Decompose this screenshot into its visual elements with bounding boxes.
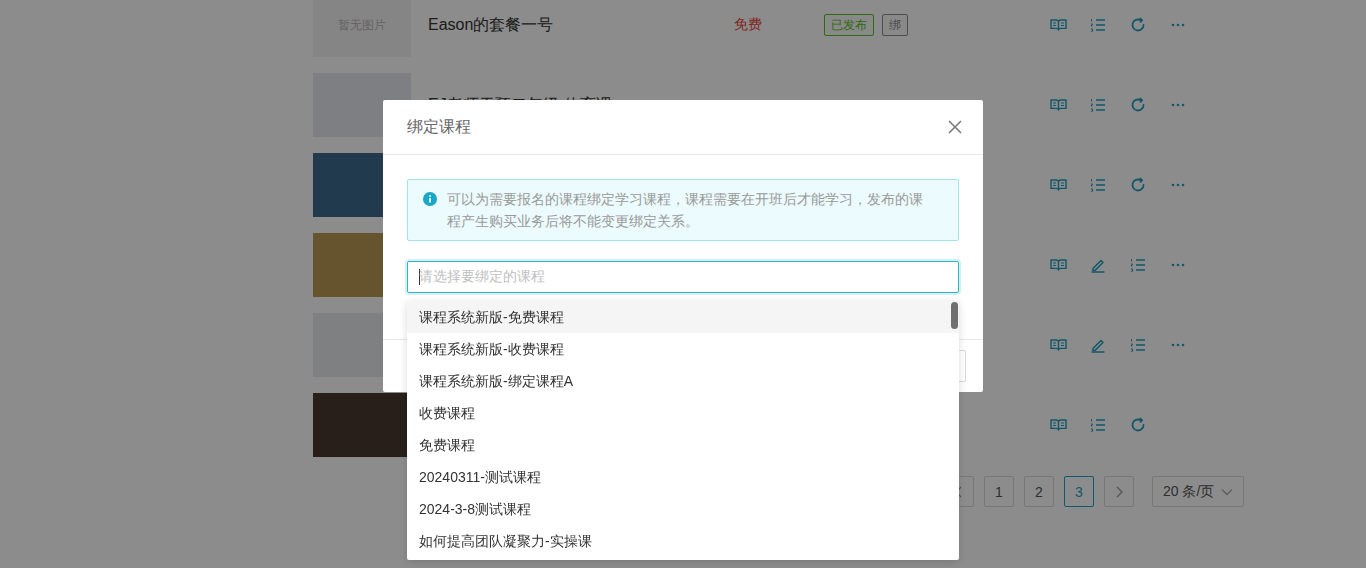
modal-header: 绑定课程: [383, 100, 983, 155]
course-option[interactable]: 课程系统新版-收费课程: [407, 333, 959, 365]
course-select[interactable]: 请选择要绑定的课程: [407, 261, 959, 293]
course-dropdown: 课程系统新版-免费课程课程系统新版-收费课程课程系统新版-绑定课程A收费课程免费…: [407, 301, 959, 560]
close-icon[interactable]: [948, 120, 962, 134]
course-option[interactable]: 免费课程: [407, 429, 959, 461]
info-alert: 可以为需要报名的课程绑定学习课程，课程需要在开班后才能学习，发布的课程产生购买业…: [407, 179, 959, 241]
modal-title: 绑定课程: [407, 117, 471, 138]
course-option[interactable]: 如何提高团队凝聚力-实操课: [407, 525, 959, 557]
alert-text: 可以为需要报名的课程绑定学习课程，课程需要在开班后才能学习，发布的课程产生购买业…: [447, 188, 926, 232]
info-icon: [423, 192, 437, 206]
course-option[interactable]: 收费课程: [407, 397, 959, 429]
course-option[interactable]: 课程系统新版-绑定课程A: [407, 365, 959, 397]
course-option[interactable]: 2024-3-8测试课程: [407, 493, 959, 525]
course-option[interactable]: 课程系统新版-免费课程: [407, 301, 959, 333]
course-option[interactable]: 20240311-测试课程: [407, 461, 959, 493]
scrollbar-thumb[interactable]: [951, 302, 958, 329]
select-placeholder: 请选择要绑定的课程: [419, 268, 545, 286]
